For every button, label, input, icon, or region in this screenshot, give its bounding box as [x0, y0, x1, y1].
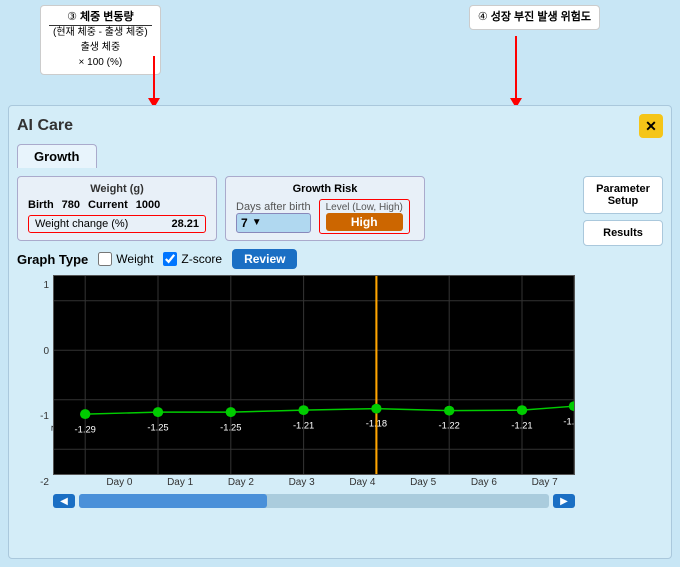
x-label-day0: Day 0 [106, 477, 132, 488]
parameter-setup-button[interactable]: Parameter Setup [583, 176, 663, 214]
weight-box-title: Weight (g) [28, 183, 206, 195]
x-label-day4: Day 4 [349, 477, 375, 488]
svg-text:-1.29: -1.29 [75, 425, 96, 435]
weight-checkbox[interactable] [98, 252, 112, 266]
scroll-right-button[interactable]: ▶ [553, 494, 575, 508]
chart-area: Z-score [53, 275, 575, 508]
weight-fields: Birth 780 Current 1000 [28, 199, 206, 211]
days-value: 7 [241, 216, 248, 230]
growth-risk-title: Growth Risk [236, 183, 414, 195]
chart-svg: -1.29 -1.25 -1.25 -1.21 -1.18 -1.22 -1.2… [54, 276, 574, 474]
annotation-growth-risk: ④ 성장 부진 발생 위험도 [469, 5, 600, 30]
zscore-checkbox-label[interactable]: Z-score [163, 252, 222, 266]
svg-text:-1.21: -1.21 [511, 421, 532, 431]
dropdown-arrow-icon: ▼ [252, 217, 262, 228]
x-label-day1: Day 1 [167, 477, 193, 488]
right-arrow-line [515, 36, 517, 98]
main-window: AI Care ✕ Growth Weight (g) Birth 780 Cu… [8, 105, 672, 559]
scrollbar-track[interactable] [79, 494, 549, 508]
scrollbar-row: ◀ ▶ [53, 494, 575, 508]
growth-risk-box: Growth Risk Days after birth 7 ▼ Level (… [225, 176, 425, 241]
svg-text:-1.18: -1.18 [366, 419, 387, 429]
left-arrow-line [153, 56, 155, 98]
x-label-day2: Day 2 [228, 477, 254, 488]
level-label: Level (Low, High) [326, 202, 403, 213]
annotation-left-circle: ③ [67, 11, 77, 23]
right-arrow [510, 36, 522, 108]
review-button[interactable]: Review [232, 249, 297, 269]
zscore-checkbox[interactable] [163, 252, 177, 266]
svg-text:-1.21: -1.21 [293, 421, 314, 431]
risk-fields: Days after birth 7 ▼ Level (Low, High) H… [236, 199, 414, 234]
birth-label: Birth [28, 199, 54, 211]
left-panel: Weight (g) Birth 780 Current 1000 Weight… [17, 176, 575, 508]
tab-growth[interactable]: Growth [17, 144, 97, 168]
y-label-0: 0 [43, 346, 49, 357]
left-arrow [148, 56, 160, 108]
current-label: Current [88, 199, 128, 211]
annotation-left-formula3: × 100 (%) [79, 57, 123, 68]
graph-type-label: Graph Type [17, 252, 88, 267]
days-selector[interactable]: 7 ▼ [236, 213, 311, 233]
weight-change-row: Weight change (%) 28.21 [28, 215, 206, 233]
current-value: 1000 [136, 199, 160, 211]
weight-checkbox-text: Weight [116, 252, 153, 266]
content-area: Weight (g) Birth 780 Current 1000 Weight… [17, 176, 663, 508]
x-label-day6: Day 6 [471, 477, 497, 488]
annotation-weight-change: ③ 체중 변동량 (현재 체중 - 출생 체중) 출생 체중 × 100 (%) [40, 5, 161, 75]
svg-text:-1.25: -1.25 [220, 423, 241, 433]
results-button[interactable]: Results [583, 220, 663, 246]
weight-change-label: Weight change (%) [35, 218, 128, 230]
svg-text:-1.25: -1.25 [147, 423, 168, 433]
annotation-left-formula: (현재 체중 - 출생 체중) 출생 체중 [49, 27, 152, 54]
scroll-left-button[interactable]: ◀ [53, 494, 75, 508]
graph-type-row: Graph Type Weight Z-score Review [17, 249, 575, 269]
x-axis-row: Day 0 Day 1 Day 2 Day 3 Day 4 Day 5 Day … [53, 475, 575, 490]
high-badge: High [326, 213, 403, 231]
chart-wrapper: 1 0 -1 -2 Z-score [17, 275, 575, 508]
svg-text:-1.13: -1.13 [563, 417, 574, 427]
y-label-col: 1 0 -1 -2 [17, 275, 53, 508]
zscore-checkbox-text: Z-score [181, 252, 222, 266]
annotation-left-title: 체중 변동량 [80, 11, 134, 23]
weight-box: Weight (g) Birth 780 Current 1000 Weight… [17, 176, 217, 241]
annotation-right-circle: ④ [478, 11, 488, 23]
x-label-day5: Day 5 [410, 477, 436, 488]
days-label: Days after birth [236, 201, 311, 213]
window-header: AI Care ✕ [17, 114, 663, 138]
scrollbar-thumb [79, 494, 267, 508]
y-label-neg2: -2 [40, 477, 49, 488]
info-row: Weight (g) Birth 780 Current 1000 Weight… [17, 176, 575, 241]
chart-container: -1.29 -1.25 -1.25 -1.21 -1.18 -1.22 -1.2… [53, 275, 575, 475]
birth-value: 780 [62, 199, 80, 211]
x-label-day7: Day 7 [532, 477, 558, 488]
window-title: AI Care [17, 117, 73, 135]
weight-change-value: 28.21 [171, 218, 199, 230]
right-panel: Parameter Setup Results [583, 176, 663, 508]
annotation-right-title: 성장 부진 발생 위험도 [491, 11, 591, 23]
y-label-neg1: -1 [40, 411, 49, 422]
days-group: Days after birth 7 ▼ [236, 201, 311, 233]
close-button[interactable]: ✕ [639, 114, 663, 138]
x-label-day3: Day 3 [289, 477, 315, 488]
level-box: Level (Low, High) High [319, 199, 410, 234]
y-label-1: 1 [43, 280, 49, 291]
svg-text:-1.22: -1.22 [439, 421, 460, 431]
weight-checkbox-label[interactable]: Weight [98, 252, 153, 266]
tabs-row: Growth [17, 144, 663, 168]
